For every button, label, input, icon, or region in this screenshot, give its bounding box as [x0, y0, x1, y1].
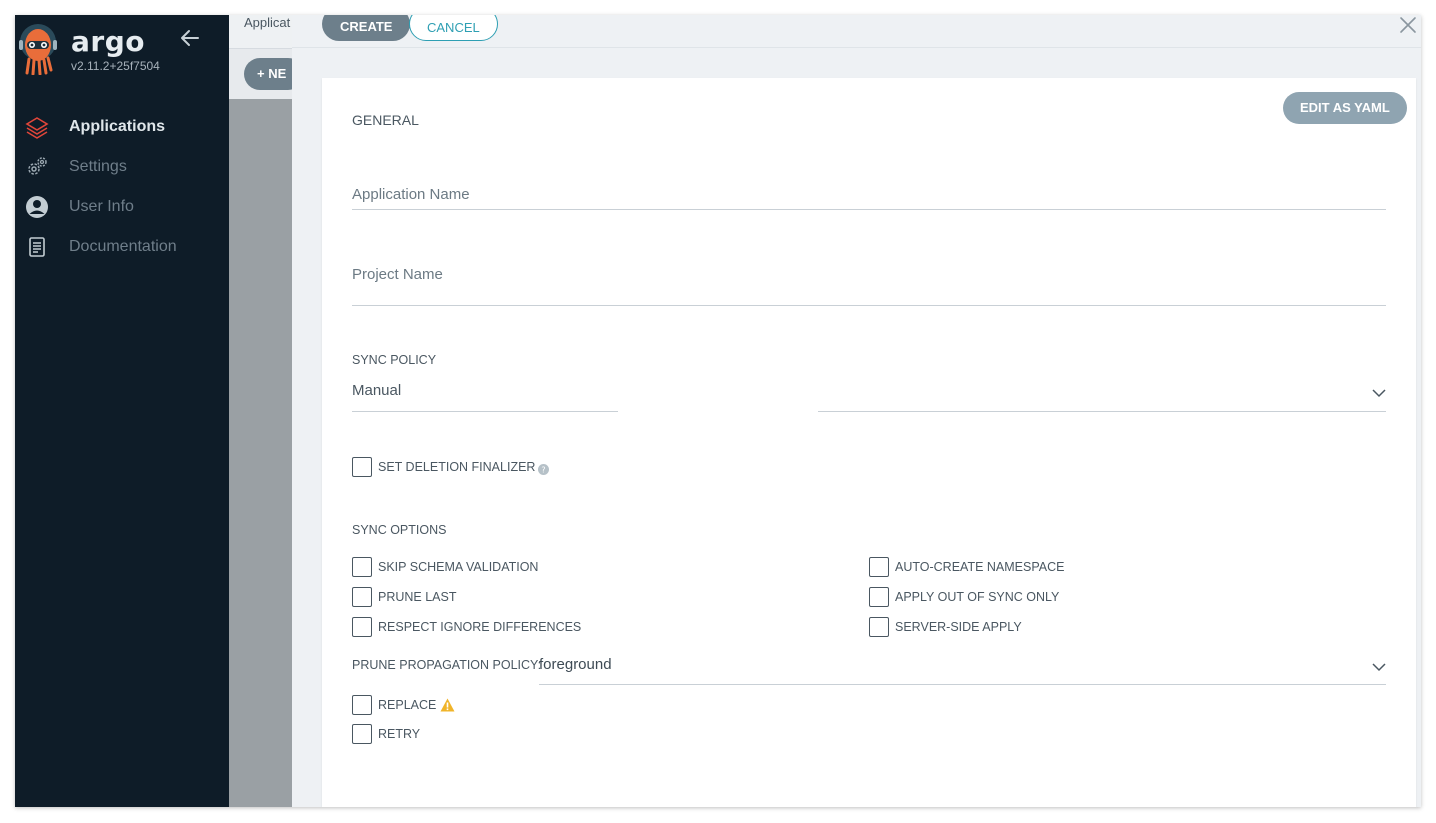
- checkbox-box[interactable]: [352, 724, 372, 744]
- book-icon: [25, 235, 49, 259]
- app-form-card: EDIT AS YAML GENERAL Application Name Pr…: [322, 78, 1416, 807]
- edit-as-yaml-button[interactable]: EDIT AS YAML: [1283, 92, 1407, 124]
- sidebar-item-label: Applications: [69, 118, 166, 135]
- prune-propagation-policy-select[interactable]: foreground: [539, 656, 612, 673]
- sync-options-title: SYNC OPTIONS: [352, 523, 447, 537]
- respect-ignore-differences-checkbox[interactable]: RESPECT IGNORE DIFFERENCES: [352, 617, 581, 637]
- replace-checkbox[interactable]: REPLACE: [352, 695, 455, 715]
- checkbox-box[interactable]: [352, 695, 372, 715]
- project-name-field[interactable]: Project Name: [352, 258, 1386, 306]
- checkbox-box[interactable]: [352, 457, 372, 477]
- checkbox-label: APPLY OUT OF SYNC ONLY: [895, 590, 1060, 604]
- apply-out-of-sync-only-checkbox[interactable]: APPLY OUT OF SYNC ONLY: [869, 587, 1059, 607]
- sidebar-item-label: User Info: [69, 198, 134, 215]
- checkbox-box[interactable]: [352, 587, 372, 607]
- checkbox-box[interactable]: [352, 557, 372, 577]
- checkbox-box[interactable]: [869, 587, 889, 607]
- checkbox-label: AUTO-CREATE NAMESPACE: [895, 560, 1065, 574]
- checkbox-label: PRUNE LAST: [378, 590, 457, 604]
- prune-policy-underline: [539, 684, 1386, 685]
- checkbox-box[interactable]: [352, 617, 372, 637]
- sync-policy-dropdown[interactable]: [818, 411, 1386, 412]
- chevron-down-icon[interactable]: [1372, 659, 1386, 672]
- layers-icon: [25, 115, 49, 139]
- checkbox-label: SERVER-SIDE APPLY: [895, 620, 1022, 634]
- sidebar-item-user-info[interactable]: User Info: [15, 187, 229, 227]
- app-window: argo v2.11.2+25f7504 Applications Settin…: [15, 15, 1421, 807]
- checkbox-label: SKIP SCHEMA VALIDATION: [378, 560, 539, 574]
- cancel-button[interactable]: CANCEL: [409, 15, 498, 41]
- create-app-panel: CREATE CANCEL EDIT AS YAML GENERAL Appli…: [292, 15, 1421, 807]
- set-deletion-finalizer-checkbox[interactable]: SET DELETION FINALIZER ?: [352, 457, 550, 477]
- user-circle-icon: [25, 195, 49, 219]
- panel-header: CREATE CANCEL: [292, 15, 1421, 48]
- close-icon[interactable]: [1398, 15, 1418, 35]
- server-side-apply-checkbox[interactable]: SERVER-SIDE APPLY: [869, 617, 1022, 637]
- checkbox-box[interactable]: [869, 617, 889, 637]
- checkbox-box[interactable]: [869, 557, 889, 577]
- argo-logo-icon: [19, 23, 59, 76]
- version-label: v2.11.2+25f7504: [71, 59, 160, 73]
- checkbox-label: RETRY: [378, 727, 421, 741]
- retry-checkbox[interactable]: RETRY: [352, 724, 420, 744]
- gears-icon: [25, 155, 49, 179]
- sync-policy-label: SYNC POLICY: [352, 353, 437, 367]
- sync-policy-underline: [352, 411, 618, 412]
- prune-propagation-policy-label: PRUNE PROPAGATION POLICY:: [352, 658, 542, 672]
- sidebar-item-label: Settings: [69, 158, 127, 175]
- sidebar: argo v2.11.2+25f7504 Applications Settin…: [15, 15, 229, 807]
- checkbox-label: RESPECT IGNORE DIFFERENCES: [378, 620, 582, 634]
- sidebar-nav: Applications Settings User Info Document…: [15, 107, 229, 267]
- collapse-sidebar-icon[interactable]: [179, 27, 201, 49]
- application-name-placeholder: Application Name: [352, 186, 470, 203]
- checkbox-label: REPLACE: [378, 698, 437, 712]
- brand-name: argo: [71, 25, 145, 58]
- sidebar-item-documentation[interactable]: Documentation: [15, 227, 229, 267]
- sidebar-item-label: Documentation: [69, 238, 177, 255]
- create-button[interactable]: CREATE: [322, 15, 411, 41]
- breadcrumb[interactable]: Applicat: [244, 15, 290, 30]
- application-name-field[interactable]: Application Name: [352, 178, 1386, 210]
- skip-schema-validation-checkbox[interactable]: SKIP SCHEMA VALIDATION: [352, 557, 538, 577]
- help-icon[interactable]: ?: [538, 462, 550, 475]
- sync-policy-select[interactable]: Manual: [352, 382, 401, 399]
- sidebar-item-applications[interactable]: Applications: [15, 107, 229, 147]
- auto-create-namespace-checkbox[interactable]: AUTO-CREATE NAMESPACE: [869, 557, 1064, 577]
- warning-icon: [440, 698, 455, 712]
- project-name-placeholder: Project Name: [352, 266, 443, 283]
- svg-text:?: ?: [542, 465, 546, 474]
- chevron-down-icon[interactable]: [1372, 385, 1386, 398]
- general-section-title: GENERAL: [352, 112, 419, 128]
- checkbox-label: SET DELETION FINALIZER: [378, 460, 536, 474]
- sidebar-item-settings[interactable]: Settings: [15, 147, 229, 187]
- prune-last-checkbox[interactable]: PRUNE LAST: [352, 587, 457, 607]
